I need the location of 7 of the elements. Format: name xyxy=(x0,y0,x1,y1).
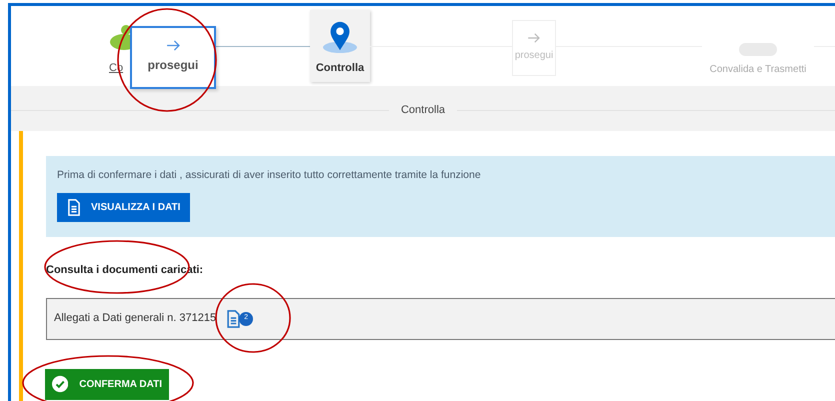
step-card[interactable]: Controlla xyxy=(310,10,370,82)
step-label: Convalida e Trasmetti xyxy=(710,63,806,77)
continue-button[interactable]: prosegui xyxy=(130,26,216,89)
section-header: Controlla xyxy=(11,86,835,131)
view-data-button[interactable]: VISUALIZZA I DATI xyxy=(57,192,190,222)
info-text: Prima di confermare i dati , assicurati di aver inserito tutto correttamente tramite la funzione xyxy=(57,168,481,183)
confirm-data-button[interactable]: CONFERMA DATI xyxy=(45,368,169,400)
